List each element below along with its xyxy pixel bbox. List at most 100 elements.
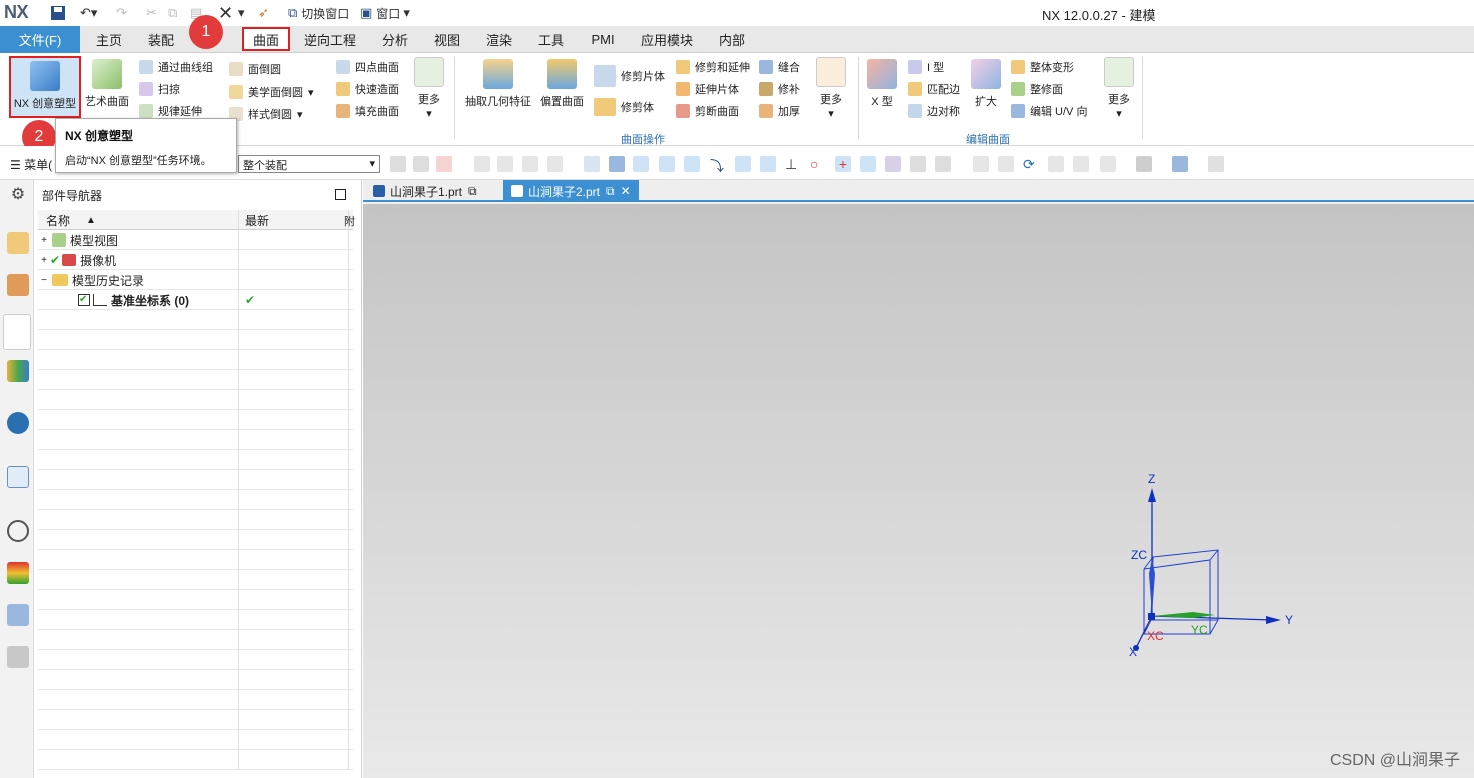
menu-button[interactable]: ☰ 菜单( (10, 156, 52, 173)
zoom-fit-icon[interactable] (973, 156, 989, 172)
through-curve-mesh-button[interactable]: 通过曲线组 (139, 59, 213, 75)
file-menu-tab[interactable]: 文件(F) (0, 26, 80, 53)
external-link-icon[interactable]: ⧉ (606, 184, 615, 199)
circle-icon[interactable]: ○ (810, 156, 826, 172)
more-button-3[interactable]: 更多 ▾ (1100, 57, 1138, 120)
face-blend-button[interactable]: 面倒圆 (229, 61, 281, 77)
settings-icon[interactable]: ⚙ (7, 184, 29, 206)
reuse-library-icon[interactable] (7, 360, 29, 382)
curve-icon[interactable]: ⤵ (710, 156, 726, 174)
match-edge-button[interactable]: 匹配边 (908, 81, 960, 97)
mesh-icon[interactable] (935, 156, 951, 172)
expand-icon[interactable]: + (38, 235, 50, 246)
snap-icon[interactable] (413, 156, 429, 172)
i-form-button[interactable]: I 型 (908, 59, 944, 75)
redo-icon[interactable]: ↷ (116, 5, 127, 21)
point-snap-icon[interactable] (633, 156, 649, 172)
divide-face-button[interactable]: 剪断曲面 (676, 103, 739, 119)
repeat-command-icon[interactable]: ➶ (258, 5, 269, 21)
zc-handle[interactable] (1149, 558, 1155, 614)
box-select-icon[interactable] (547, 156, 563, 172)
refit-face-button[interactable]: 整修面 (1011, 81, 1063, 97)
system-materials-icon[interactable] (7, 562, 29, 584)
pan-icon[interactable] (1048, 156, 1064, 172)
extend-sheet-button[interactable]: 延伸片体 (676, 81, 739, 97)
styled-blend-button[interactable]: 样式倒圆 ▾ (229, 106, 303, 122)
wave-icon[interactable] (760, 156, 776, 172)
copy-icon[interactable]: ⧉ (168, 5, 177, 21)
save-icon[interactable] (50, 5, 66, 21)
tab-view[interactable]: 视图 (426, 26, 468, 53)
law-extension-button[interactable]: 规律延伸 (139, 103, 202, 119)
collapse-icon[interactable]: − (38, 275, 50, 286)
perspective-icon[interactable] (1073, 156, 1089, 172)
more-button-2[interactable]: 更多 ▾ (812, 57, 850, 120)
column-extra-header[interactable]: 附 (344, 213, 355, 229)
aesthetic-face-blend-button[interactable]: 美学面倒圆 ▾ (229, 84, 314, 100)
tab-home[interactable]: 主页 (88, 26, 130, 53)
doc-tab-2[interactable]: 山涧果子2.prt ⧉ ✕ (503, 180, 639, 202)
face-select-icon[interactable] (885, 156, 901, 172)
sweep-button[interactable]: 扫掠 (139, 81, 180, 97)
tab-surface[interactable]: 曲面 (242, 27, 290, 51)
trim-extend-button[interactable]: 修剪和延伸 (676, 59, 750, 75)
patch-button[interactable]: 修补 (759, 81, 800, 97)
view-orient-icon[interactable] (1172, 156, 1188, 172)
close-tab-icon[interactable]: ✕ (621, 184, 631, 198)
cut-icon[interactable]: ✂ (146, 5, 157, 21)
diagonal-icon[interactable] (860, 156, 876, 172)
3d-viewport[interactable]: Z ZC Y YC X XC CSDN @山涧果子 (363, 204, 1474, 778)
tree-row-model-history[interactable]: − 模型历史记录 (38, 270, 353, 290)
tab-assembly[interactable]: 装配 (140, 26, 182, 53)
tree-row-model-views[interactable]: + 模型视图 (38, 230, 353, 250)
global-shaping-button[interactable]: 整体变形 (1011, 59, 1074, 75)
column-name-header[interactable]: 名称 ▲ (38, 210, 239, 230)
cube-icon[interactable] (609, 156, 625, 172)
select-edge-icon[interactable] (474, 156, 490, 172)
grid-icon[interactable] (910, 156, 926, 172)
select-feature-icon[interactable] (436, 156, 452, 172)
extract-geometry-button[interactable]: 抽取几何特征 (462, 59, 534, 109)
assembly-navigator-icon[interactable] (7, 232, 29, 254)
external-link-icon[interactable]: ⧉ (468, 184, 477, 199)
doc-tab-1[interactable]: 山涧果子1.prt ⧉ (365, 180, 485, 202)
hd3d-tools-icon[interactable] (7, 412, 29, 434)
cross-icon[interactable]: + (835, 156, 851, 172)
x-form-button[interactable]: X 型 (862, 59, 902, 109)
layout-icon[interactable] (1100, 156, 1116, 172)
column-latest-header[interactable]: 最新 (239, 210, 349, 230)
delete-dropdown-icon[interactable]: ▾ (238, 5, 245, 21)
tab-tools[interactable]: 工具 (530, 26, 572, 53)
tangent-icon[interactable]: ⊥ (785, 156, 801, 172)
enlarge-button[interactable]: 扩大 (966, 59, 1006, 109)
tree-row-cameras[interactable]: + ✔ 摄像机 (38, 250, 353, 270)
delete-icon[interactable]: ✕ (218, 3, 233, 23)
offset-surface-button[interactable]: 偏置曲面 (536, 59, 588, 109)
filter-icon[interactable] (390, 156, 406, 172)
spline-icon[interactable] (735, 156, 751, 172)
visibility-icon[interactable] (1208, 156, 1224, 172)
line-snap-2-icon[interactable] (684, 156, 700, 172)
fill-surface-button[interactable]: 填充曲面 (336, 103, 399, 119)
assembly-scope-select[interactable]: 整个装配 ▾ (238, 155, 380, 173)
tab-pmi[interactable]: PMI (582, 26, 624, 53)
rapid-surfacing-button[interactable]: 快速造面 (336, 81, 399, 97)
switch-window-button[interactable]: ⧉ 切换窗口 (288, 5, 349, 21)
yc-handle[interactable] (1152, 612, 1215, 618)
roles-icon[interactable] (7, 646, 29, 668)
part-navigator-icon[interactable] (3, 314, 31, 350)
edit-uv-button[interactable]: 编辑 U/V 向 (1011, 103, 1087, 119)
checkbox-icon[interactable]: ✔ (78, 294, 90, 306)
more-button-1[interactable]: 更多 ▾ (410, 57, 448, 120)
constraint-navigator-icon[interactable] (7, 274, 29, 296)
rotate-icon[interactable]: ⟳ (1023, 156, 1039, 172)
tab-analysis[interactable]: 分析 (374, 26, 416, 53)
sew-button[interactable]: 缝合 (759, 59, 800, 75)
zoom-icon[interactable] (998, 156, 1014, 172)
web-browser-icon[interactable] (7, 466, 29, 488)
process-studio-icon[interactable] (7, 604, 29, 626)
expand-icon[interactable]: + (38, 255, 50, 266)
thicken-button[interactable]: 加厚 (759, 103, 800, 119)
select-body-icon[interactable] (522, 156, 538, 172)
origin-handle[interactable] (1148, 613, 1155, 620)
